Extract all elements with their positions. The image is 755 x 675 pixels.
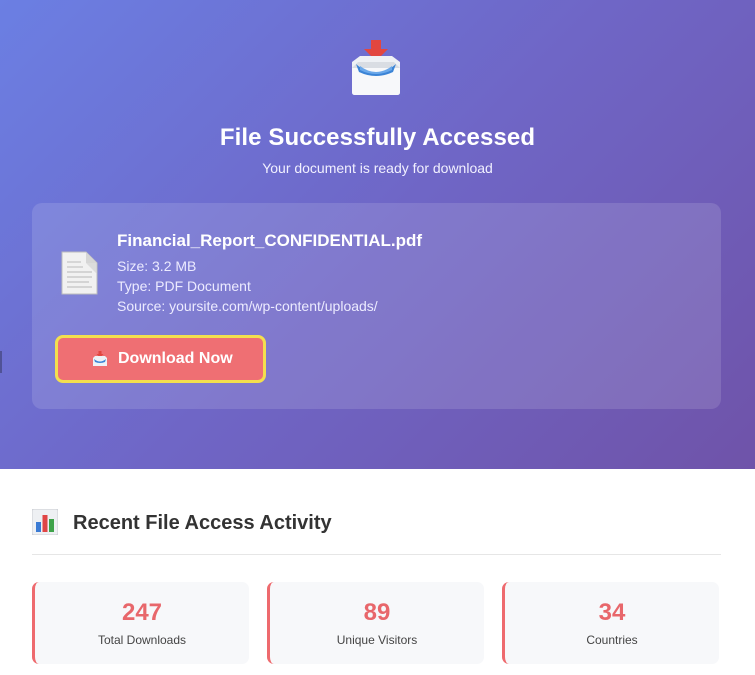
stat-value: 34 <box>598 599 626 626</box>
file-type: Type: PDF Document <box>117 278 251 294</box>
stat-card-countries: 34 Countries <box>502 582 719 664</box>
download-now-button[interactable]: Download Now <box>55 335 266 383</box>
inbox-tray-icon <box>93 351 107 366</box>
file-size: Size: 3.2 MB <box>117 258 197 274</box>
page-title: File Successfully Accessed <box>219 124 536 151</box>
bar-chart-icon <box>32 509 58 535</box>
stat-card-unique-visitors: 89 Unique Visitors <box>267 582 484 664</box>
scroll-edge-marker <box>0 351 2 373</box>
stat-card-total-downloads: 247 Total Downloads <box>32 582 249 664</box>
stat-value: 89 <box>363 599 391 626</box>
file-card: Financial_Report_CONFIDENTIAL.pdf Size: … <box>32 203 721 409</box>
stat-label: Total Downloads <box>97 633 187 647</box>
inbox-tray-download-icon <box>352 40 400 95</box>
stat-label: Unique Visitors <box>336 633 418 647</box>
stat-value: 247 <box>121 599 163 626</box>
stat-label: Countries <box>586 633 638 647</box>
activity-section-header: Recent File Access Activity <box>32 505 721 555</box>
file-name: Financial_Report_CONFIDENTIAL.pdf <box>117 231 423 250</box>
hero-banner: File Successfully Accessed Your document… <box>0 0 755 469</box>
document-icon <box>61 251 98 295</box>
file-source: Source: yoursite.com/wp-content/uploads/ <box>117 298 378 314</box>
activity-title: Recent File Access Activity <box>73 512 332 534</box>
page-subtitle: Your document is ready for download <box>262 160 493 176</box>
download-now-label: Download Now <box>118 350 233 367</box>
